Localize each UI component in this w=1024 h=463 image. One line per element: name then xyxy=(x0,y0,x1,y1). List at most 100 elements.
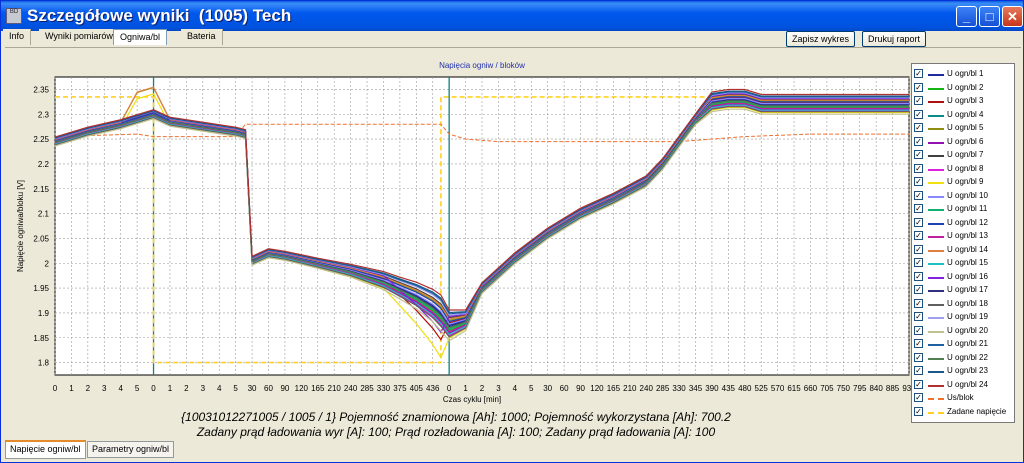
tab-info[interactable]: Info xyxy=(3,29,32,45)
tab-ogniwa-bl[interactable]: Ogniwa/bl xyxy=(113,29,168,45)
legend-label: U ogn/bl 12 xyxy=(947,217,988,227)
x-tick-label: 285 xyxy=(360,384,374,393)
legend-checkbox[interactable]: ✓ xyxy=(914,258,923,267)
legend-label: U ogn/bl 11 xyxy=(947,204,988,213)
legend-swatch xyxy=(928,101,944,103)
legend-item[interactable]: ✓ Zadane napięcie xyxy=(914,406,1014,419)
legend-item[interactable]: ✓ U ogn/bl 11 xyxy=(914,203,1014,216)
legend-label: U ogn/bl 15 xyxy=(947,258,988,267)
legend-item[interactable]: ✓ U ogn/bl 3 xyxy=(914,95,1014,108)
x-tick-label: 1 xyxy=(69,384,74,393)
legend-checkbox[interactable]: ✓ xyxy=(914,177,923,186)
x-tick-label: 330 xyxy=(672,384,686,393)
legend-checkbox[interactable]: ✓ xyxy=(914,163,923,173)
legend-item[interactable]: ✓ U ogn/bl 5 xyxy=(914,122,1014,135)
legend-checkbox[interactable]: ✓ xyxy=(914,352,923,362)
legend-checkbox[interactable]: ✓ xyxy=(914,231,923,240)
legend-item[interactable]: ✓ U ogn/bl 1 xyxy=(914,68,1014,81)
legend-checkbox[interactable]: ✓ xyxy=(914,150,923,159)
tab-bateria[interactable]: Bateria xyxy=(181,29,223,45)
legend-label: U ogn/bl 9 xyxy=(947,177,984,186)
x-tick-label: 30 xyxy=(543,384,552,393)
legend-checkbox[interactable]: ✓ xyxy=(914,69,923,78)
legend-checkbox[interactable]: ✓ xyxy=(914,298,923,308)
legend-item[interactable]: ✓ U ogn/bl 10 xyxy=(914,190,1014,203)
legend-swatch xyxy=(928,168,944,171)
maximize-button[interactable]: □ xyxy=(979,6,1000,27)
legend-item[interactable]: ✓ U ogn/bl 7 xyxy=(914,149,1014,162)
legend-swatch xyxy=(928,155,944,157)
save-chart-button[interactable]: Zapisz wykres xyxy=(786,31,856,47)
legend-label: U ogn/bl 4 xyxy=(947,109,984,119)
legend-item[interactable]: ✓ U ogn/bl 4 xyxy=(914,109,1014,122)
legend-label: U ogn/bl 1 xyxy=(947,69,984,78)
legend-checkbox[interactable]: ✓ xyxy=(914,136,923,146)
x-tick-label: 4 xyxy=(217,384,222,393)
legend-item[interactable]: ✓ U ogn/bl 17 xyxy=(914,284,1014,297)
info-line-1: {10031012271005 / 1005 / 1} Pojemność zn… xyxy=(181,410,731,424)
legend-item[interactable]: ✓ U ogn/bl 14 xyxy=(914,244,1014,257)
legend-checkbox[interactable]: ✓ xyxy=(914,379,923,389)
title-bar[interactable]: BD Szczegółowe wyniki (1005) Tech _ □ ✕ xyxy=(1,1,1023,31)
legend-checkbox[interactable]: ✓ xyxy=(914,366,923,375)
legend-checkbox[interactable]: ✓ xyxy=(914,109,923,119)
legend-item[interactable]: ✓ U ogn/bl 12 xyxy=(914,217,1014,230)
legend-checkbox[interactable]: ✓ xyxy=(914,271,923,281)
legend-checkbox[interactable]: ✓ xyxy=(914,96,923,105)
info-line-2: Zadany prąd ładowania wyr [A]: 100; Prąd… xyxy=(196,425,716,439)
legend-item[interactable]: ✓ U ogn/bl 24 xyxy=(914,379,1014,392)
legend-item[interactable]: ✓ U ogn/bl 13 xyxy=(914,230,1014,243)
x-tick-label: 345 xyxy=(689,384,703,393)
legend-item[interactable]: ✓ U ogn/bl 21 xyxy=(914,338,1014,351)
legend-swatch xyxy=(928,141,944,144)
legend-checkbox[interactable]: ✓ xyxy=(914,285,923,294)
legend-checkbox[interactable]: ✓ xyxy=(914,325,923,335)
x-tick-label: 5 xyxy=(135,384,140,393)
legend-item[interactable]: ✓ U ogn/bl 9 xyxy=(914,176,1014,189)
close-button[interactable]: ✕ xyxy=(1002,6,1023,27)
legend-checkbox[interactable]: ✓ xyxy=(914,190,923,200)
x-tick-label: 5 xyxy=(233,384,238,393)
x-tick-label: 840 xyxy=(869,384,883,393)
legend-item[interactable]: ✓ U ogn/bl 8 xyxy=(914,163,1014,176)
legend-item[interactable]: ✓ U ogn/bl 22 xyxy=(914,352,1014,365)
legend-checkbox[interactable]: ✓ xyxy=(914,312,923,321)
x-tick-label: 570 xyxy=(771,384,785,393)
legend-checkbox[interactable]: ✓ xyxy=(914,217,923,227)
x-tick-label: 210 xyxy=(328,384,342,393)
legend-swatch xyxy=(928,209,944,211)
legend-checkbox[interactable]: ✓ xyxy=(914,82,923,92)
legend-item[interactable]: ✓ U ogn/bl 6 xyxy=(914,136,1014,149)
legend-checkbox[interactable]: ✓ xyxy=(914,244,923,254)
tab-napiecie-ogniw[interactable]: Napięcie ogniw/bl xyxy=(5,440,86,459)
y-tick-label: 2.25 xyxy=(33,135,49,144)
x-tick-label: 4 xyxy=(118,384,123,393)
legend-item[interactable]: ✓ U ogn/bl 15 xyxy=(914,257,1014,270)
bottom-tab-strip: Napięcie ogniw/bl Parametry ogniw/bl xyxy=(5,440,405,459)
legend-checkbox[interactable]: ✓ xyxy=(914,204,923,213)
legend-label: U ogn/bl 6 xyxy=(947,136,984,146)
tab-wyniki-pomiarow[interactable]: Wyniki pomiarów xyxy=(39,29,120,45)
legend-checkbox[interactable]: ✓ xyxy=(914,339,923,348)
x-tick-label: 90 xyxy=(576,384,585,393)
y-tick-label: 1.9 xyxy=(38,309,50,318)
legend-item[interactable]: ✓ U ogn/bl 18 xyxy=(914,298,1014,311)
legend-item[interactable]: ✓ U ogn/bl 19 xyxy=(914,311,1014,324)
x-tick-label: 435 xyxy=(722,384,736,393)
legend-checkbox[interactable]: ✓ xyxy=(914,406,923,416)
legend-checkbox[interactable]: ✓ xyxy=(914,393,923,402)
legend-swatch xyxy=(928,317,944,319)
print-report-button[interactable]: Drukuj raport xyxy=(862,31,927,47)
legend-item[interactable]: ✓ U ogn/bl 2 xyxy=(914,82,1014,95)
legend-item[interactable]: ✓ U ogn/bl 16 xyxy=(914,271,1014,284)
legend-checkbox[interactable]: ✓ xyxy=(914,123,923,132)
legend-item[interactable]: ✓ Us/blok xyxy=(914,392,1014,405)
tab-parametry-ogniw[interactable]: Parametry ogniw/bl xyxy=(87,441,175,458)
legend-item[interactable]: ✓ U ogn/bl 20 xyxy=(914,325,1014,338)
legend-swatch xyxy=(928,74,944,76)
legend-item[interactable]: ✓ U ogn/bl 23 xyxy=(914,365,1014,378)
legend-swatch xyxy=(928,344,944,346)
x-tick-label: 615 xyxy=(787,384,801,393)
x-tick-label: 60 xyxy=(264,384,273,393)
minimize-button[interactable]: _ xyxy=(956,6,977,27)
